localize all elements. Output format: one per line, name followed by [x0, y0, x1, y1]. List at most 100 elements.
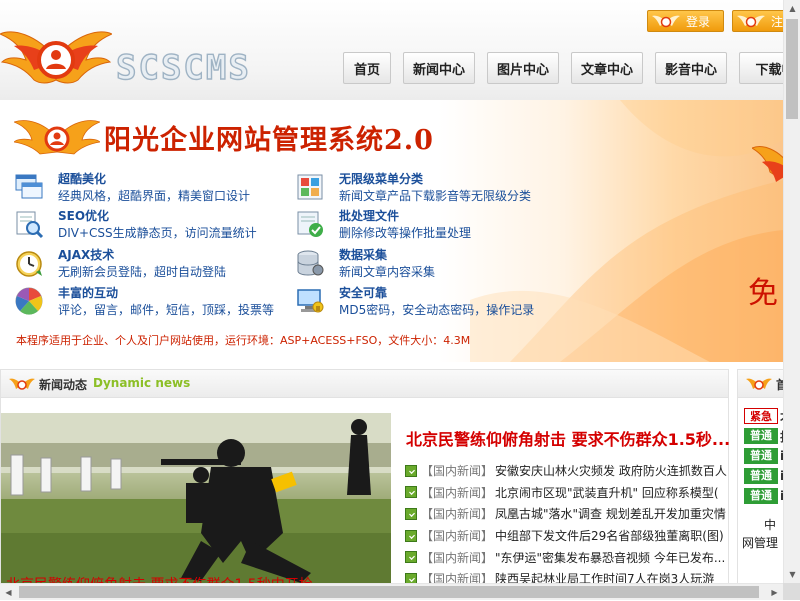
- feature-title: AJAX技术: [58, 248, 115, 262]
- logo-text: SCSCMS: [115, 47, 251, 88]
- news-title[interactable]: 安徽安庆山林火灾频发 政府防火连抓数百人: [495, 462, 727, 479]
- vertical-scroll-thumb[interactable]: [786, 19, 798, 119]
- news-headline[interactable]: 北京民警练仰俯角射击 要求不伤群众1.5秒...: [406, 426, 730, 450]
- scroll-right-icon[interactable]: ▶: [766, 584, 783, 601]
- clock-icon: [16, 251, 42, 277]
- nav-articles[interactable]: 文章中心: [571, 52, 643, 84]
- normal-badge: 普通: [744, 448, 778, 464]
- photo-caption[interactable]: 北京民警练仰俯角射击 要求不伤群众1.5秒内开枪: [6, 574, 313, 583]
- feature-item: 安全可靠 MD5密码，安全动态密码，操作记录: [295, 284, 565, 318]
- feature-desc: 删除修改等操作批量处理: [339, 226, 472, 240]
- news-photo[interactable]: [1, 413, 391, 583]
- feature-desc: 新闻文章产品下载影音等无限级分类: [339, 189, 532, 203]
- feature-item: AJAX技术 无刷新会员登陆，超时自动登陆: [14, 246, 284, 280]
- nav-news[interactable]: 新闻中心: [403, 52, 475, 84]
- list-item[interactable]: 紧急 才: [744, 406, 783, 426]
- page: SCSCMS 登录 注 首页 新闻中心 图片中心 文章中心 影音中心 下载中: [0, 0, 783, 583]
- news-bullet-icon: [405, 507, 417, 520]
- wings-icon: [752, 146, 783, 182]
- register-button[interactable]: 注: [732, 10, 783, 32]
- news-panel-header: 新闻动态 Dynamic news: [1, 370, 728, 398]
- news-panel: 新闻动态 Dynamic news 北京民警练仰俯角射击 要求不伤群众1.5秒.…: [0, 369, 730, 583]
- feature-title: 无限级菜单分类: [339, 172, 424, 186]
- scrollbar-corner: [783, 583, 800, 600]
- scroll-up-icon[interactable]: ▲: [784, 0, 800, 17]
- list-item[interactable]: 普通 护: [744, 426, 783, 446]
- news-title[interactable]: 凤凰古城"落水"调查 规划差乱开发加重灾情: [495, 505, 726, 522]
- feature-title: 批处理文件: [339, 209, 400, 223]
- feature-item: 批处理文件 删除修改等操作批量处理: [295, 207, 565, 241]
- banner-footer-text: 本程序适用于企业、个人及门户网站使用，运行环境：ASP+ACESS+FSO，文件…: [16, 334, 471, 347]
- feature-item: 数据采集 新闻文章内容采集: [295, 246, 565, 280]
- news-panel-title: 新闻动态: [39, 378, 88, 392]
- news-panel-title-en: Dynamic news: [93, 376, 191, 390]
- list-item[interactable]: 【国内新闻】 安徽安庆山林火灾频发 政府防火连抓数百人: [405, 460, 730, 482]
- side-body-text: 中: [764, 518, 777, 532]
- list-item[interactable]: 【国内新闻】 陕西吴起林业局工作时间7人在岗3人玩游: [405, 568, 730, 583]
- feature-item: 丰富的互动 评论，留言，邮件，短信，顶踩，投票等: [14, 284, 284, 318]
- main-nav: 首页 新闻中心 图片中心 文章中心 影音中心 下载中: [343, 52, 783, 84]
- batch-icon: [297, 211, 323, 237]
- hero-banner: 阳光企业网站管理系统2.0 超酷美化 经典风格，超酷界面，精美窗口设计 无限级菜…: [0, 100, 783, 362]
- news-category: 【国内新闻】: [421, 464, 494, 479]
- login-button[interactable]: 登录: [647, 10, 724, 32]
- side-list: 紧急 才 普通 护 普通 i 普通 i 普通 i: [744, 406, 783, 506]
- nav-images[interactable]: 图片中心: [487, 52, 559, 84]
- news-category: 【国内新闻】: [421, 485, 494, 500]
- news-title[interactable]: 中组部下发文件后29名省部级独董离职(图): [495, 527, 724, 544]
- wings-icon: [9, 378, 35, 390]
- feature-desc: 新闻文章内容采集: [339, 265, 436, 279]
- list-item[interactable]: 普通 i: [744, 446, 783, 466]
- logo-wings-icon: [14, 120, 100, 155]
- windows-icon: [15, 174, 43, 199]
- logo-wings-icon[interactable]: [0, 14, 112, 94]
- nav-download[interactable]: 下载中: [739, 52, 783, 84]
- list-item[interactable]: 普通 i: [744, 486, 783, 506]
- wings-icon: [652, 15, 680, 28]
- wings-icon: [746, 378, 772, 390]
- feature-desc: 评论，留言，邮件，短信，顶踩，投票等: [58, 303, 275, 317]
- nav-home[interactable]: 首页: [343, 52, 391, 84]
- side-body-text: 网管理: [742, 536, 779, 550]
- news-bullet-icon: [405, 551, 417, 564]
- list-item[interactable]: 【国内新闻】 中组部下发文件后29名省部级独董离职(图): [405, 525, 730, 547]
- side-panel-header: 首: [738, 370, 783, 398]
- news-category: 【国内新闻】: [421, 507, 494, 522]
- search-doc-icon: [16, 211, 44, 239]
- news-category: 【国内新闻】: [421, 529, 494, 544]
- nav-media[interactable]: 影音中心: [655, 52, 727, 84]
- scroll-left-icon[interactable]: ◀: [0, 584, 17, 601]
- site-header: SCSCMS 登录 注 首页 新闻中心 图片中心 文章中心 影音中心 下载中: [0, 0, 783, 100]
- news-bullet-icon: [405, 572, 417, 583]
- horizontal-scroll-thumb[interactable]: [19, 586, 759, 598]
- news-category: 【国内新闻】: [421, 572, 494, 583]
- list-item[interactable]: 【国内新闻】 凤凰古城"落水"调查 规划差乱开发加重灾情: [405, 503, 730, 525]
- palette-icon: [15, 287, 43, 315]
- feature-title: SEO优化: [58, 209, 110, 223]
- database-icon: [297, 250, 324, 276]
- news-title[interactable]: 北京闹市区现"武装直升机" 回应称系模型(: [495, 484, 719, 501]
- news-title[interactable]: 陕西吴起林业局工作时间7人在岗3人玩游: [495, 570, 714, 583]
- urgent-badge: 紧急: [744, 408, 778, 424]
- normal-badge: 普通: [744, 468, 778, 484]
- normal-badge: 普通: [744, 488, 778, 504]
- horizontal-scrollbar[interactable]: ◀ ▶: [0, 583, 783, 600]
- feature-desc: 无刷新会员登陆，超时自动登陆: [58, 265, 227, 279]
- feature-desc: DIV+CSS生成静态页，访问流量统计: [58, 226, 257, 240]
- news-bullet-icon: [405, 486, 417, 499]
- list-item[interactable]: 【国内新闻】 北京闹市区现"武装直升机" 回应称系模型(: [405, 482, 730, 504]
- side-panel: 首 紧急 才 普通 护 普通 i 普通 i 普通 i 中: [737, 369, 783, 583]
- banner-title: 阳光企业网站管理系统2.0: [104, 125, 434, 156]
- login-label: 登录: [686, 14, 711, 29]
- grid-icon: [297, 174, 323, 200]
- feature-item: 无限级菜单分类 新闻文章产品下载影音等无限级分类: [295, 170, 565, 204]
- news-title[interactable]: "东伊运"密集发布暴恐音视频 今年已发布...: [495, 549, 725, 566]
- feature-desc: 经典风格，超酷界面，精美窗口设计: [58, 189, 251, 203]
- list-item[interactable]: 普通 i: [744, 466, 783, 486]
- feature-title: 数据采集: [339, 248, 388, 262]
- list-item[interactable]: 【国内新闻】 "东伊运"密集发布暴恐音视频 今年已发布...: [405, 546, 730, 568]
- vertical-scrollbar[interactable]: ▲ ▼: [783, 0, 800, 583]
- feature-title: 安全可靠: [339, 286, 388, 300]
- scroll-down-icon[interactable]: ▼: [784, 566, 800, 583]
- register-label: 注: [771, 14, 783, 29]
